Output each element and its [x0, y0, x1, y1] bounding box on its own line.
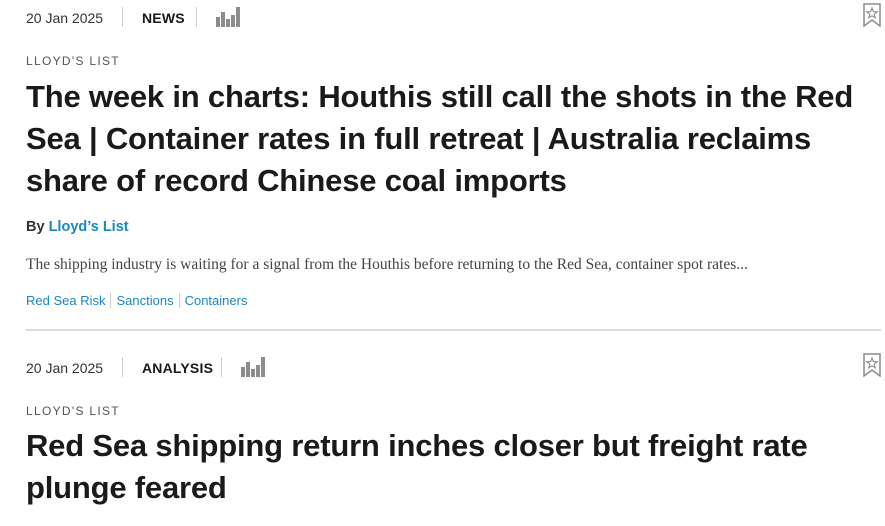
article-source: LLOYD'S LIST — [26, 404, 120, 418]
article-byline: By Lloyd’s List — [26, 219, 129, 235]
article-card: 20 Jan 2025 NEWS LLOYD'S LIST The week i… — [26, 0, 881, 330]
article-date: 20 Jan 2025 — [26, 360, 104, 376]
meta-separator — [221, 357, 222, 377]
article-meta: 20 Jan 2025 ANALYSIS — [26, 353, 881, 383]
bookmark-star-icon[interactable] — [863, 353, 881, 377]
bar-chart-icon — [216, 7, 240, 27]
author-link[interactable]: Lloyd’s List — [49, 219, 129, 235]
article-card: 20 Jan 2025 ANALYSIS LLOYD'S LIST Red Se… — [26, 350, 881, 526]
article-type-label: NEWS — [142, 10, 185, 26]
article-tags: Red Sea Risk Sanctions Containers — [26, 293, 257, 308]
byline-prefix: By — [26, 219, 49, 235]
tag-link[interactable]: Containers — [185, 293, 253, 308]
article-headline[interactable]: The week in charts: Houthis still call t… — [26, 76, 876, 202]
bar-chart-icon — [241, 357, 265, 377]
bookmark-star-icon[interactable] — [863, 3, 881, 27]
meta-separator — [122, 357, 123, 377]
meta-separator — [122, 7, 123, 27]
article-headline[interactable]: Red Sea shipping return inches closer bu… — [26, 425, 876, 509]
article-type-label: ANALYSIS — [142, 360, 214, 376]
article-date: 20 Jan 2025 — [26, 10, 104, 26]
article-divider — [26, 329, 881, 331]
article-meta: 20 Jan 2025 NEWS — [26, 3, 881, 33]
meta-separator — [196, 7, 197, 27]
tag-link[interactable]: Red Sea Risk — [26, 293, 112, 308]
tag-link[interactable]: Sanctions — [116, 293, 180, 308]
article-source: LLOYD'S LIST — [26, 54, 120, 68]
article-summary: The shipping industry is waiting for a s… — [26, 256, 748, 273]
